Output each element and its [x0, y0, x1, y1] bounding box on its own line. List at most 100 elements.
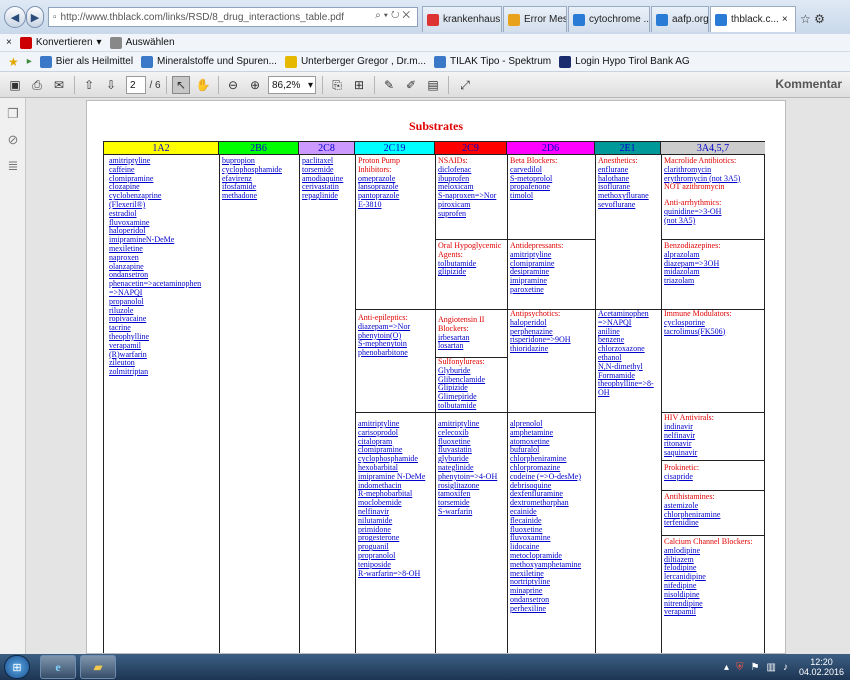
convert-menu[interactable]: Konvertieren ▾ [19, 36, 102, 49]
drug-link[interactable]: paroxetine [510, 285, 563, 295]
start-button[interactable]: ⊞ [4, 655, 30, 679]
drug-link[interactable]: sevoflurane [598, 200, 649, 210]
layers-icon[interactable]: ≣ [5, 158, 21, 174]
drug-link[interactable]: triazolam [664, 276, 720, 286]
header-label: 2E1 [619, 143, 636, 154]
cell-3a4-immune: Immune Modulators: cyclosporine tacrolimus… [664, 309, 732, 337]
favorite-2[interactable]: Mineralstoffe und Spuren... [141, 55, 277, 68]
taskbar-explorer[interactable]: ▰ [80, 655, 116, 679]
drug-link[interactable]: R-warfarin=>8-OH [358, 569, 425, 579]
fullscreen-icon[interactable]: ⤢ [456, 76, 474, 94]
zoom-select[interactable]: 86,2% ▾ [268, 76, 316, 94]
refresh-icon[interactable]: ↻ [391, 10, 402, 21]
select-tool-icon[interactable]: ↖ [172, 76, 190, 94]
drug-link[interactable]: (not 3A5) [664, 216, 740, 226]
window-controls[interactable]: ☆ ⚙ [800, 12, 825, 26]
drug-link[interactable]: perhexiline [510, 604, 581, 614]
toolbar-divider [74, 76, 75, 94]
previous-page-icon[interactable]: ⇧ [80, 76, 98, 94]
tab-4[interactable]: aafp.org [651, 6, 709, 32]
drug-link[interactable]: OH [598, 388, 654, 398]
next-page-icon[interactable]: ⇩ [102, 76, 120, 94]
cell-2e1-other: Acetaminophen =>NAPQI aniline benzene chlorz… [598, 309, 654, 398]
forward-button[interactable]: ▶ [26, 6, 44, 28]
address-actions[interactable]: ⌕▾↻✕ [375, 10, 413, 21]
close-tab-icon[interactable]: × [782, 14, 788, 25]
zoom-out-icon[interactable]: ⊖ [224, 76, 242, 94]
drug-link[interactable]: tacrolimus(FK506) [664, 327, 732, 337]
network-icon[interactable]: ▥ [767, 662, 776, 673]
save-icon[interactable]: ▣ [6, 76, 24, 94]
favorite-4[interactable]: TILAK Tipo - Spektrum [433, 55, 552, 68]
page-total: / 6 [149, 79, 161, 91]
thumbnails-icon[interactable]: ❐ [5, 106, 21, 122]
drug-link[interactable]: repaglinide [302, 191, 343, 201]
tab-3[interactable]: cytochrome ... [568, 6, 650, 32]
attachment-icon[interactable]: ⊘ [5, 132, 21, 148]
page-number-input[interactable]: 2 [126, 76, 146, 94]
drug-link[interactable]: saquinavir [664, 448, 714, 458]
sign-icon[interactable]: ✎ [380, 76, 398, 94]
tab-1[interactable]: krankenhaus ... [422, 6, 502, 32]
stop-icon[interactable]: ✕ [402, 10, 413, 21]
arrow-left-icon: ◀ [10, 11, 20, 24]
zoom-in-icon[interactable]: ⊕ [246, 76, 264, 94]
hand-tool-icon[interactable]: ✋ [194, 76, 212, 94]
address-url: http://www.thblack.com/links/RSD/8_drug_… [60, 11, 345, 23]
tab-2[interactable]: Error Message [503, 6, 567, 32]
fit-page-icon[interactable]: ⎘ [328, 76, 346, 94]
chevron-up-icon[interactable]: ▴ [724, 662, 729, 673]
drug-link[interactable]: zolmitriptan [109, 367, 201, 377]
select-label: Auswählen [125, 37, 175, 48]
column-header: 2E1 [595, 142, 661, 155]
drug-link[interactable]: phenobarbitone [358, 348, 410, 358]
drug-link[interactable]: suprofen [438, 209, 496, 219]
dropdown-icon[interactable]: ▾ [384, 10, 391, 21]
header-label: 2C9 [462, 143, 479, 154]
search-icon[interactable]: ⌕ [375, 10, 384, 21]
close-bar-icon[interactable]: × [6, 37, 12, 48]
address-bar[interactable]: ▫ http://www.thblack.com/links/RSD/8_dru… [48, 7, 418, 27]
column-header: 2B6 [219, 142, 299, 155]
email-icon[interactable]: ✉ [50, 76, 68, 94]
edit-icon[interactable]: ✐ [402, 76, 420, 94]
star-icon[interactable]: ★ [8, 55, 19, 69]
fit-width-icon[interactable]: ⊞ [350, 76, 368, 94]
flag-icon[interactable]: ⚑ [751, 662, 760, 673]
clock[interactable]: 12:20 04.02.2016 [799, 657, 844, 677]
select-menu[interactable]: Auswählen [109, 36, 175, 49]
form-icon[interactable]: ▤ [424, 76, 442, 94]
back-button[interactable]: ◀ [4, 6, 26, 28]
print-icon[interactable]: ⎙ [28, 76, 46, 94]
taskbar-ie[interactable]: e [40, 655, 76, 679]
drug-link[interactable]: methadone [222, 191, 282, 201]
drug-link[interactable]: cisapride [664, 472, 699, 482]
favorite-icon [559, 55, 572, 68]
tab-favicon [715, 13, 727, 26]
convert-label: Konvertieren [35, 37, 93, 48]
comment-button[interactable]: Kommentar [775, 77, 842, 91]
drug-link[interactable]: S-warfarin [438, 507, 497, 517]
header-label: 3A4,5,7 [696, 143, 730, 154]
drug-link[interactable]: thioridazine [510, 344, 571, 354]
cell-2c19-antiepileptics: Anti-epileptics: diazepam=>Nor phenytoin(O… [358, 313, 410, 358]
pdf-viewer[interactable]: Substrates 1A2 2B6 2C8 2C19 2C9 2D6 2E1 … [26, 98, 850, 654]
cell-2d6-antipsychotics: Antipsychotics: haloperidol perphenazine ri… [510, 309, 571, 354]
shield-icon[interactable]: ⛨ [736, 662, 744, 673]
favorite-5[interactable]: Login Hypo Tirol Bank AG [559, 55, 690, 68]
column-header: 2C8 [299, 142, 355, 155]
volume-icon[interactable]: ♪ [783, 662, 788, 673]
favorite-label: TILAK Tipo - Spektrum [449, 56, 552, 67]
drug-link[interactable]: tolbutamide [438, 401, 485, 411]
favorite-3[interactable]: Unterberger Gregor , Dr.m... [284, 55, 426, 68]
drug-link[interactable]: glipizide [438, 268, 501, 277]
add-favorite-icon[interactable]: ▸ [27, 56, 32, 67]
drug-link[interactable]: losartan [438, 342, 484, 351]
folder-icon: ▰ [93, 660, 103, 674]
tab-5-active[interactable]: thblack.c... × [710, 6, 796, 32]
favorite-1[interactable]: Bier als Heilmittel [39, 55, 133, 68]
drug-link[interactable]: timolol [510, 191, 557, 201]
drug-link[interactable]: terfenidine [664, 519, 720, 528]
drug-link[interactable]: E-3810 [358, 200, 400, 210]
drug-link[interactable]: verapamil [664, 608, 752, 617]
